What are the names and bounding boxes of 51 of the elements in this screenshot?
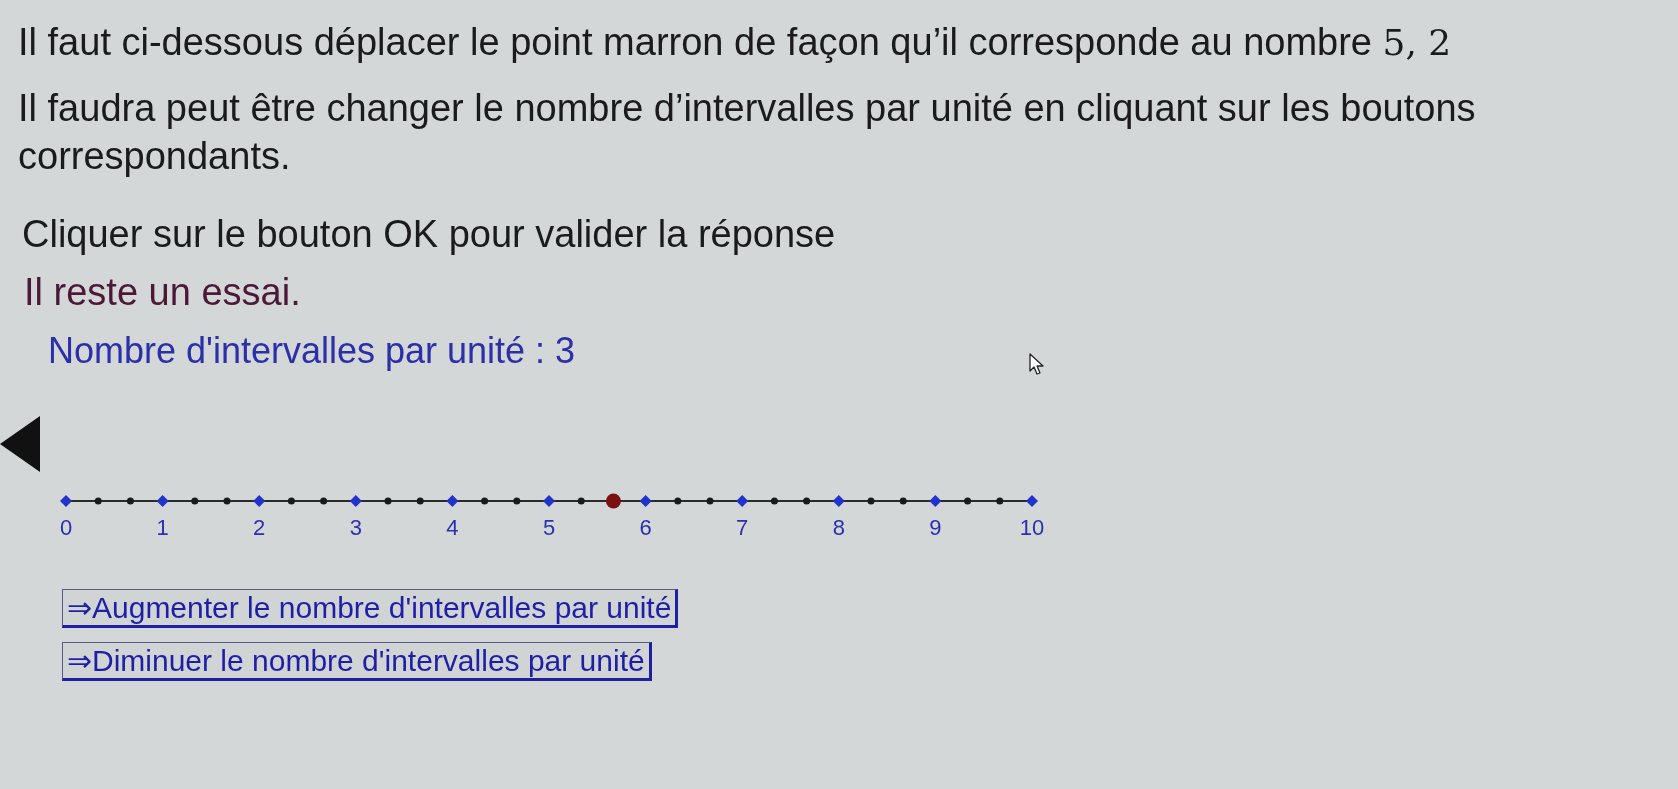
intervals-button[interactable]: ⇒Augmenter le nombre d'intervalles par unité bbox=[62, 589, 679, 628]
validate-instruction: Cliquer sur le bouton OK pour valider la réponse bbox=[22, 212, 836, 256]
intervals-per-unit-label: Nombre d'intervalles par unité : 3 bbox=[48, 331, 576, 371]
diamond-marker-icon bbox=[156, 495, 169, 507]
hint-paragraph: Il faudra peut être changer le nombre d’intervalles par unité en cliquant sur les boutons correspondants. bbox=[18, 86, 1477, 179]
tick-label: 6 bbox=[639, 515, 652, 541]
diamond-marker-icon bbox=[929, 495, 942, 507]
tick-label: 1 bbox=[156, 515, 169, 541]
diamond-marker-icon bbox=[60, 495, 72, 507]
dot-marker-icon bbox=[416, 497, 424, 505]
dot-marker-icon bbox=[803, 497, 811, 505]
diamond-marker-icon bbox=[349, 495, 362, 507]
dot-marker-icon bbox=[481, 497, 489, 505]
tick-label: 10 bbox=[1019, 515, 1045, 541]
tick-label: 4 bbox=[446, 515, 459, 541]
diamond-marker-icon bbox=[446, 495, 459, 507]
dot-marker-icon bbox=[287, 497, 295, 505]
dot-marker-icon bbox=[996, 497, 1004, 505]
dot-marker-icon bbox=[384, 497, 392, 505]
dot-marker-icon bbox=[191, 497, 199, 505]
tick-label: 5 bbox=[542, 515, 556, 541]
mouse-cursor-icon bbox=[1029, 353, 1045, 375]
dot-marker-icon bbox=[126, 497, 134, 505]
dot-marker-icon bbox=[320, 497, 328, 505]
tick-label: 8 bbox=[832, 515, 845, 541]
dot-marker-icon bbox=[513, 497, 521, 505]
diamond-marker-icon bbox=[1026, 495, 1038, 507]
tick-label: 3 bbox=[349, 515, 362, 541]
tick-label: 2 bbox=[253, 515, 266, 541]
tick-label: 7 bbox=[736, 515, 749, 541]
intervals-button[interactable]: ⇒Diminuer le nombre d'intervalles par unité bbox=[62, 642, 652, 681]
tick-label: 0 bbox=[59, 515, 73, 541]
dot-marker-icon bbox=[706, 497, 714, 505]
diamond-marker-icon bbox=[253, 495, 266, 507]
dot-marker-icon bbox=[770, 497, 778, 505]
dot-marker-icon bbox=[577, 497, 585, 505]
diamond-marker-icon bbox=[543, 495, 555, 507]
dot-marker-icon bbox=[899, 497, 907, 505]
draggable-point[interactable] bbox=[605, 493, 621, 509]
dot-marker-icon bbox=[964, 497, 972, 505]
dot-marker-icon bbox=[223, 497, 231, 505]
diamond-marker-icon bbox=[736, 495, 749, 507]
attempts-message: Il reste un essai. bbox=[24, 270, 301, 314]
dot-marker-icon bbox=[867, 497, 875, 505]
instruction-text: Il faut ci-dessous déplacer le point marron de façon qu’il corresponde au nombre 5, 2 bbox=[18, 20, 1452, 65]
diamond-marker-icon bbox=[639, 495, 652, 507]
dot-marker-icon bbox=[674, 497, 682, 505]
tick-label: 9 bbox=[929, 515, 942, 541]
dot-marker-icon bbox=[94, 497, 102, 505]
left-triangle-icon[interactable] bbox=[0, 416, 40, 472]
diamond-marker-icon bbox=[832, 495, 845, 507]
